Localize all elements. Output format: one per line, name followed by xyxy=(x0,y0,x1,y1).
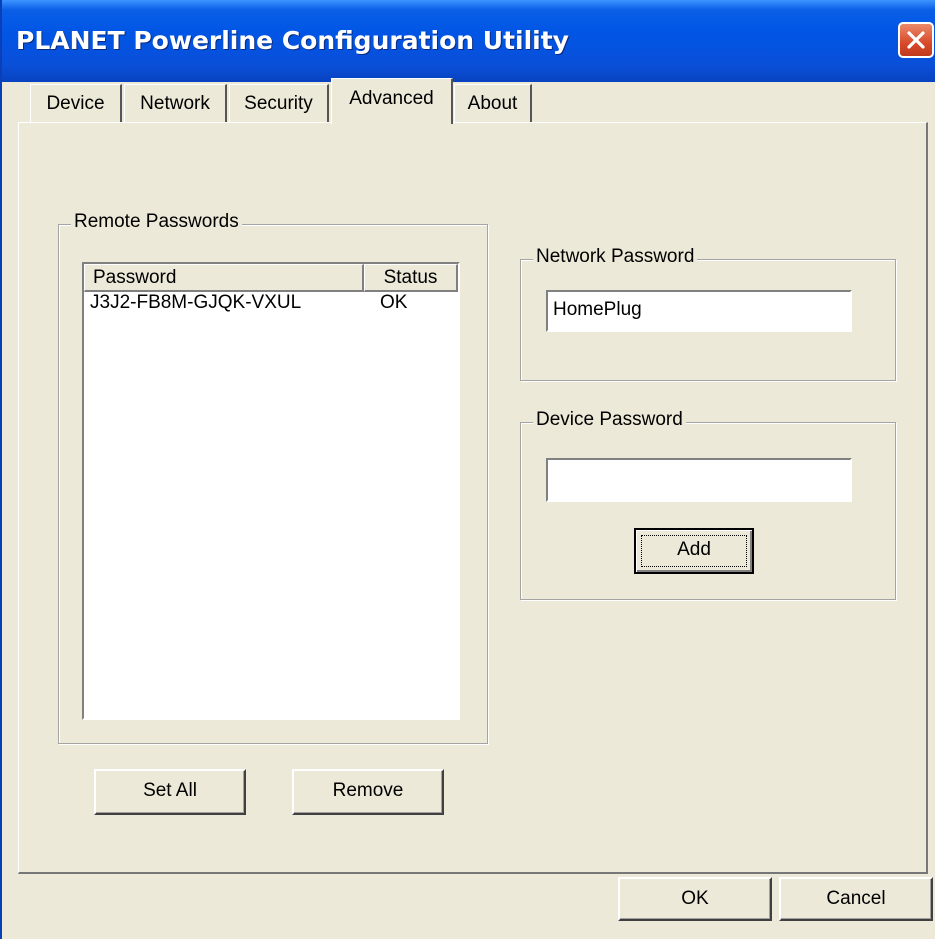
column-header-password[interactable]: Password xyxy=(84,264,364,292)
column-header-status[interactable]: Status xyxy=(364,264,458,292)
tab-label: Device xyxy=(46,93,105,114)
tab-about[interactable]: About xyxy=(454,84,532,122)
cancel-button[interactable]: Cancel xyxy=(779,877,933,921)
remote-passwords-list[interactable]: Password Status J3J2-FB8M-GJQK-VXUL OK xyxy=(82,262,460,720)
title-bar[interactable]: PLANET Powerline Configuration Utility xyxy=(2,0,935,82)
tab-label: About xyxy=(467,93,518,114)
tab-network[interactable]: Network xyxy=(124,84,227,122)
config-utility-window: PLANET Powerline Configuration Utility D… xyxy=(0,0,935,939)
set-all-button[interactable]: Set All xyxy=(94,769,246,815)
window-title: PLANET Powerline Configuration Utility xyxy=(16,26,569,55)
close-button[interactable] xyxy=(898,22,934,58)
tab-label: Advanced xyxy=(349,88,434,109)
tab-advanced[interactable]: Advanced xyxy=(331,78,453,124)
remote-passwords-label: Remote Passwords xyxy=(71,211,242,233)
tab-security[interactable]: Security xyxy=(229,84,329,122)
close-icon xyxy=(907,31,925,49)
device-password-label: Device Password xyxy=(533,409,686,431)
network-password-label: Network Password xyxy=(533,246,698,268)
focus-rect xyxy=(641,535,747,567)
network-password-input[interactable]: HomePlug xyxy=(546,290,852,332)
ok-button[interactable]: OK xyxy=(618,877,772,921)
dialog-body: Device Network Security About Advanced R… xyxy=(2,78,935,939)
add-button[interactable]: Add xyxy=(634,528,754,574)
row-status: OK xyxy=(380,292,408,313)
row-password: J3J2-FB8M-GJQK-VXUL xyxy=(90,292,302,313)
tab-device[interactable]: Device xyxy=(30,84,122,122)
tab-label: Security xyxy=(244,93,313,114)
tab-label: Network xyxy=(140,93,210,114)
device-password-input[interactable] xyxy=(546,458,852,502)
remove-button[interactable]: Remove xyxy=(292,769,444,815)
